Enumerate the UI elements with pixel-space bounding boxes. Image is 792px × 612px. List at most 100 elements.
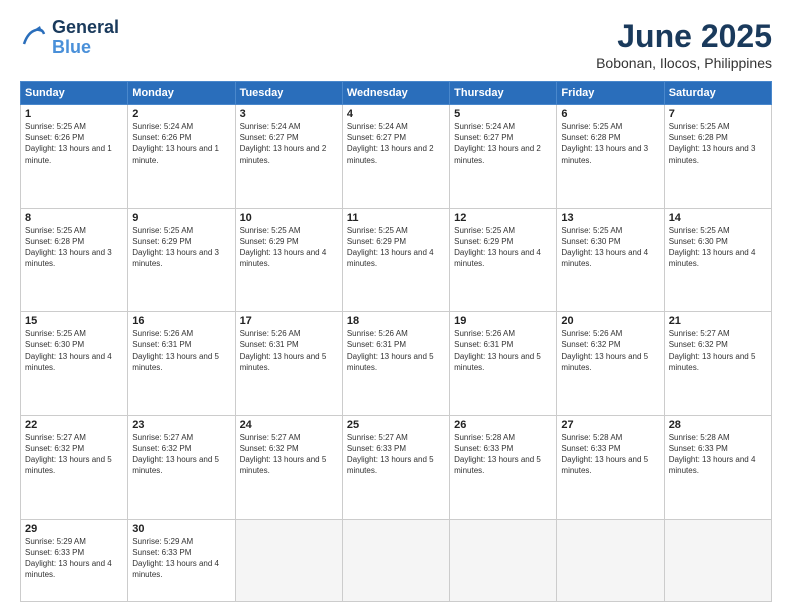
table-row: 5Sunrise: 5:24 AMSunset: 6:27 PMDaylight… bbox=[450, 105, 557, 209]
day-info: Sunrise: 5:25 AMSunset: 6:29 PMDaylight:… bbox=[347, 225, 445, 270]
table-row: 24Sunrise: 5:27 AMSunset: 6:32 PMDayligh… bbox=[235, 415, 342, 519]
day-info: Sunrise: 5:27 AMSunset: 6:32 PMDaylight:… bbox=[669, 328, 767, 373]
day-info: Sunrise: 5:28 AMSunset: 6:33 PMDaylight:… bbox=[561, 432, 659, 477]
day-info: Sunrise: 5:26 AMSunset: 6:31 PMDaylight:… bbox=[454, 328, 552, 373]
table-row: 17Sunrise: 5:26 AMSunset: 6:31 PMDayligh… bbox=[235, 312, 342, 416]
title-block: June 2025 Bobonan, Ilocos, Philippines bbox=[596, 18, 772, 71]
day-info: Sunrise: 5:25 AMSunset: 6:28 PMDaylight:… bbox=[561, 121, 659, 166]
table-row: 21Sunrise: 5:27 AMSunset: 6:32 PMDayligh… bbox=[664, 312, 771, 416]
day-number: 15 bbox=[25, 315, 123, 327]
logo-icon bbox=[20, 24, 48, 52]
month-title: June 2025 bbox=[596, 18, 772, 55]
calendar-week-row: 22 Sunrise: 5:27 AMSunset: 6:32 PMDayligh… bbox=[21, 415, 772, 519]
table-row: 18Sunrise: 5:26 AMSunset: 6:31 PMDayligh… bbox=[342, 312, 449, 416]
logo-line2: Blue bbox=[52, 38, 119, 58]
table-row: 13Sunrise: 5:25 AMSunset: 6:30 PMDayligh… bbox=[557, 208, 664, 312]
day-info: Sunrise: 5:27 AMSunset: 6:33 PMDaylight:… bbox=[347, 432, 445, 477]
calendar-week-row: 1Sunrise: 5:25 AMSunset: 6:26 PMDaylight… bbox=[21, 105, 772, 209]
calendar-table: Sunday Monday Tuesday Wednesday Thursday… bbox=[20, 81, 772, 602]
table-row bbox=[235, 519, 342, 602]
table-row: 6Sunrise: 5:25 AMSunset: 6:28 PMDaylight… bbox=[557, 105, 664, 209]
logo-text: General Blue bbox=[52, 18, 119, 58]
day-info: Sunrise: 5:24 AMSunset: 6:27 PMDaylight:… bbox=[240, 121, 338, 166]
day-number: 22 bbox=[25, 419, 123, 431]
day-info: Sunrise: 5:26 AMSunset: 6:31 PMDaylight:… bbox=[132, 328, 230, 373]
day-number: 21 bbox=[669, 315, 767, 327]
day-number: 1 bbox=[25, 108, 123, 120]
day-number: 17 bbox=[240, 315, 338, 327]
calendar-week-row: 29Sunrise: 5:29 AMSunset: 6:33 PMDayligh… bbox=[21, 519, 772, 602]
day-info: Sunrise: 5:25 AMSunset: 6:30 PMDaylight:… bbox=[25, 328, 123, 373]
day-number: 25 bbox=[347, 419, 445, 431]
table-row: 29Sunrise: 5:29 AMSunset: 6:33 PMDayligh… bbox=[21, 519, 128, 602]
day-info: Sunrise: 5:24 AMSunset: 6:27 PMDaylight:… bbox=[347, 121, 445, 166]
day-number: 18 bbox=[347, 315, 445, 327]
header: General Blue June 2025 Bobonan, Ilocos, … bbox=[20, 18, 772, 71]
logo: General Blue bbox=[20, 18, 119, 58]
day-info: Sunrise: 5:29 AMSunset: 6:33 PMDaylight:… bbox=[132, 536, 230, 581]
table-row: 12Sunrise: 5:25 AMSunset: 6:29 PMDayligh… bbox=[450, 208, 557, 312]
day-number: 8 bbox=[25, 212, 123, 224]
day-number: 6 bbox=[561, 108, 659, 120]
header-saturday: Saturday bbox=[664, 82, 771, 105]
day-number: 3 bbox=[240, 108, 338, 120]
day-info: Sunrise: 5:25 AMSunset: 6:30 PMDaylight:… bbox=[669, 225, 767, 270]
day-info: Sunrise: 5:28 AMSunset: 6:33 PMDaylight:… bbox=[454, 432, 552, 477]
day-number: 29 bbox=[25, 523, 123, 535]
day-info: Sunrise: 5:25 AMSunset: 6:30 PMDaylight:… bbox=[561, 225, 659, 270]
logo-line1: General bbox=[52, 18, 119, 38]
table-row: 16Sunrise: 5:26 AMSunset: 6:31 PMDayligh… bbox=[128, 312, 235, 416]
table-row bbox=[450, 519, 557, 602]
header-sunday: Sunday bbox=[21, 82, 128, 105]
day-info: Sunrise: 5:25 AMSunset: 6:28 PMDaylight:… bbox=[25, 225, 123, 270]
day-number: 14 bbox=[669, 212, 767, 224]
day-info: Sunrise: 5:27 AMSunset: 6:32 PMDaylight:… bbox=[132, 432, 230, 477]
table-row: 26Sunrise: 5:28 AMSunset: 6:33 PMDayligh… bbox=[450, 415, 557, 519]
table-row: 2Sunrise: 5:24 AMSunset: 6:26 PMDaylight… bbox=[128, 105, 235, 209]
day-info: Sunrise: 5:24 AMSunset: 6:27 PMDaylight:… bbox=[454, 121, 552, 166]
table-row: 14Sunrise: 5:25 AMSunset: 6:30 PMDayligh… bbox=[664, 208, 771, 312]
day-info: Sunrise: 5:26 AMSunset: 6:31 PMDaylight:… bbox=[240, 328, 338, 373]
day-info: Sunrise: 5:27 AMSunset: 6:32 PMDaylight:… bbox=[240, 432, 338, 477]
day-info: Sunrise: 5:25 AMSunset: 6:26 PMDaylight:… bbox=[25, 121, 123, 166]
day-number: 5 bbox=[454, 108, 552, 120]
day-number: 23 bbox=[132, 419, 230, 431]
calendar-week-row: 15Sunrise: 5:25 AMSunset: 6:30 PMDayligh… bbox=[21, 312, 772, 416]
header-thursday: Thursday bbox=[450, 82, 557, 105]
day-info: Sunrise: 5:25 AMSunset: 6:29 PMDaylight:… bbox=[454, 225, 552, 270]
header-tuesday: Tuesday bbox=[235, 82, 342, 105]
table-row: 25Sunrise: 5:27 AMSunset: 6:33 PMDayligh… bbox=[342, 415, 449, 519]
table-row: 15Sunrise: 5:25 AMSunset: 6:30 PMDayligh… bbox=[21, 312, 128, 416]
day-number: 12 bbox=[454, 212, 552, 224]
table-row: 27Sunrise: 5:28 AMSunset: 6:33 PMDayligh… bbox=[557, 415, 664, 519]
table-row bbox=[342, 519, 449, 602]
table-row: 1Sunrise: 5:25 AMSunset: 6:26 PMDaylight… bbox=[21, 105, 128, 209]
day-number: 24 bbox=[240, 419, 338, 431]
day-info: Sunrise: 5:28 AMSunset: 6:33 PMDaylight:… bbox=[669, 432, 767, 477]
day-number: 2 bbox=[132, 108, 230, 120]
day-number: 10 bbox=[240, 212, 338, 224]
day-number: 30 bbox=[132, 523, 230, 535]
day-number: 7 bbox=[669, 108, 767, 120]
location-title: Bobonan, Ilocos, Philippines bbox=[596, 55, 772, 71]
weekday-header-row: Sunday Monday Tuesday Wednesday Thursday… bbox=[21, 82, 772, 105]
table-row: 9Sunrise: 5:25 AMSunset: 6:29 PMDaylight… bbox=[128, 208, 235, 312]
day-info: Sunrise: 5:25 AMSunset: 6:28 PMDaylight:… bbox=[669, 121, 767, 166]
table-row bbox=[557, 519, 664, 602]
table-row: 3Sunrise: 5:24 AMSunset: 6:27 PMDaylight… bbox=[235, 105, 342, 209]
day-info: Sunrise: 5:24 AMSunset: 6:26 PMDaylight:… bbox=[132, 121, 230, 166]
table-row: 8Sunrise: 5:25 AMSunset: 6:28 PMDaylight… bbox=[21, 208, 128, 312]
day-number: 4 bbox=[347, 108, 445, 120]
table-row: 22Sunrise: 5:27 AMSunset: 6:32 PMDayligh… bbox=[21, 415, 128, 519]
calendar-week-row: 8Sunrise: 5:25 AMSunset: 6:28 PMDaylight… bbox=[21, 208, 772, 312]
header-wednesday: Wednesday bbox=[342, 82, 449, 105]
table-row: 19Sunrise: 5:26 AMSunset: 6:31 PMDayligh… bbox=[450, 312, 557, 416]
day-number: 20 bbox=[561, 315, 659, 327]
day-number: 19 bbox=[454, 315, 552, 327]
table-row bbox=[664, 519, 771, 602]
table-row: 11Sunrise: 5:25 AMSunset: 6:29 PMDayligh… bbox=[342, 208, 449, 312]
table-row: 28Sunrise: 5:28 AMSunset: 6:33 PMDayligh… bbox=[664, 415, 771, 519]
day-info: Sunrise: 5:29 AMSunset: 6:33 PMDaylight:… bbox=[25, 536, 123, 581]
day-info: Sunrise: 5:25 AMSunset: 6:29 PMDaylight:… bbox=[132, 225, 230, 270]
day-info: Sunrise: 5:25 AMSunset: 6:29 PMDaylight:… bbox=[240, 225, 338, 270]
